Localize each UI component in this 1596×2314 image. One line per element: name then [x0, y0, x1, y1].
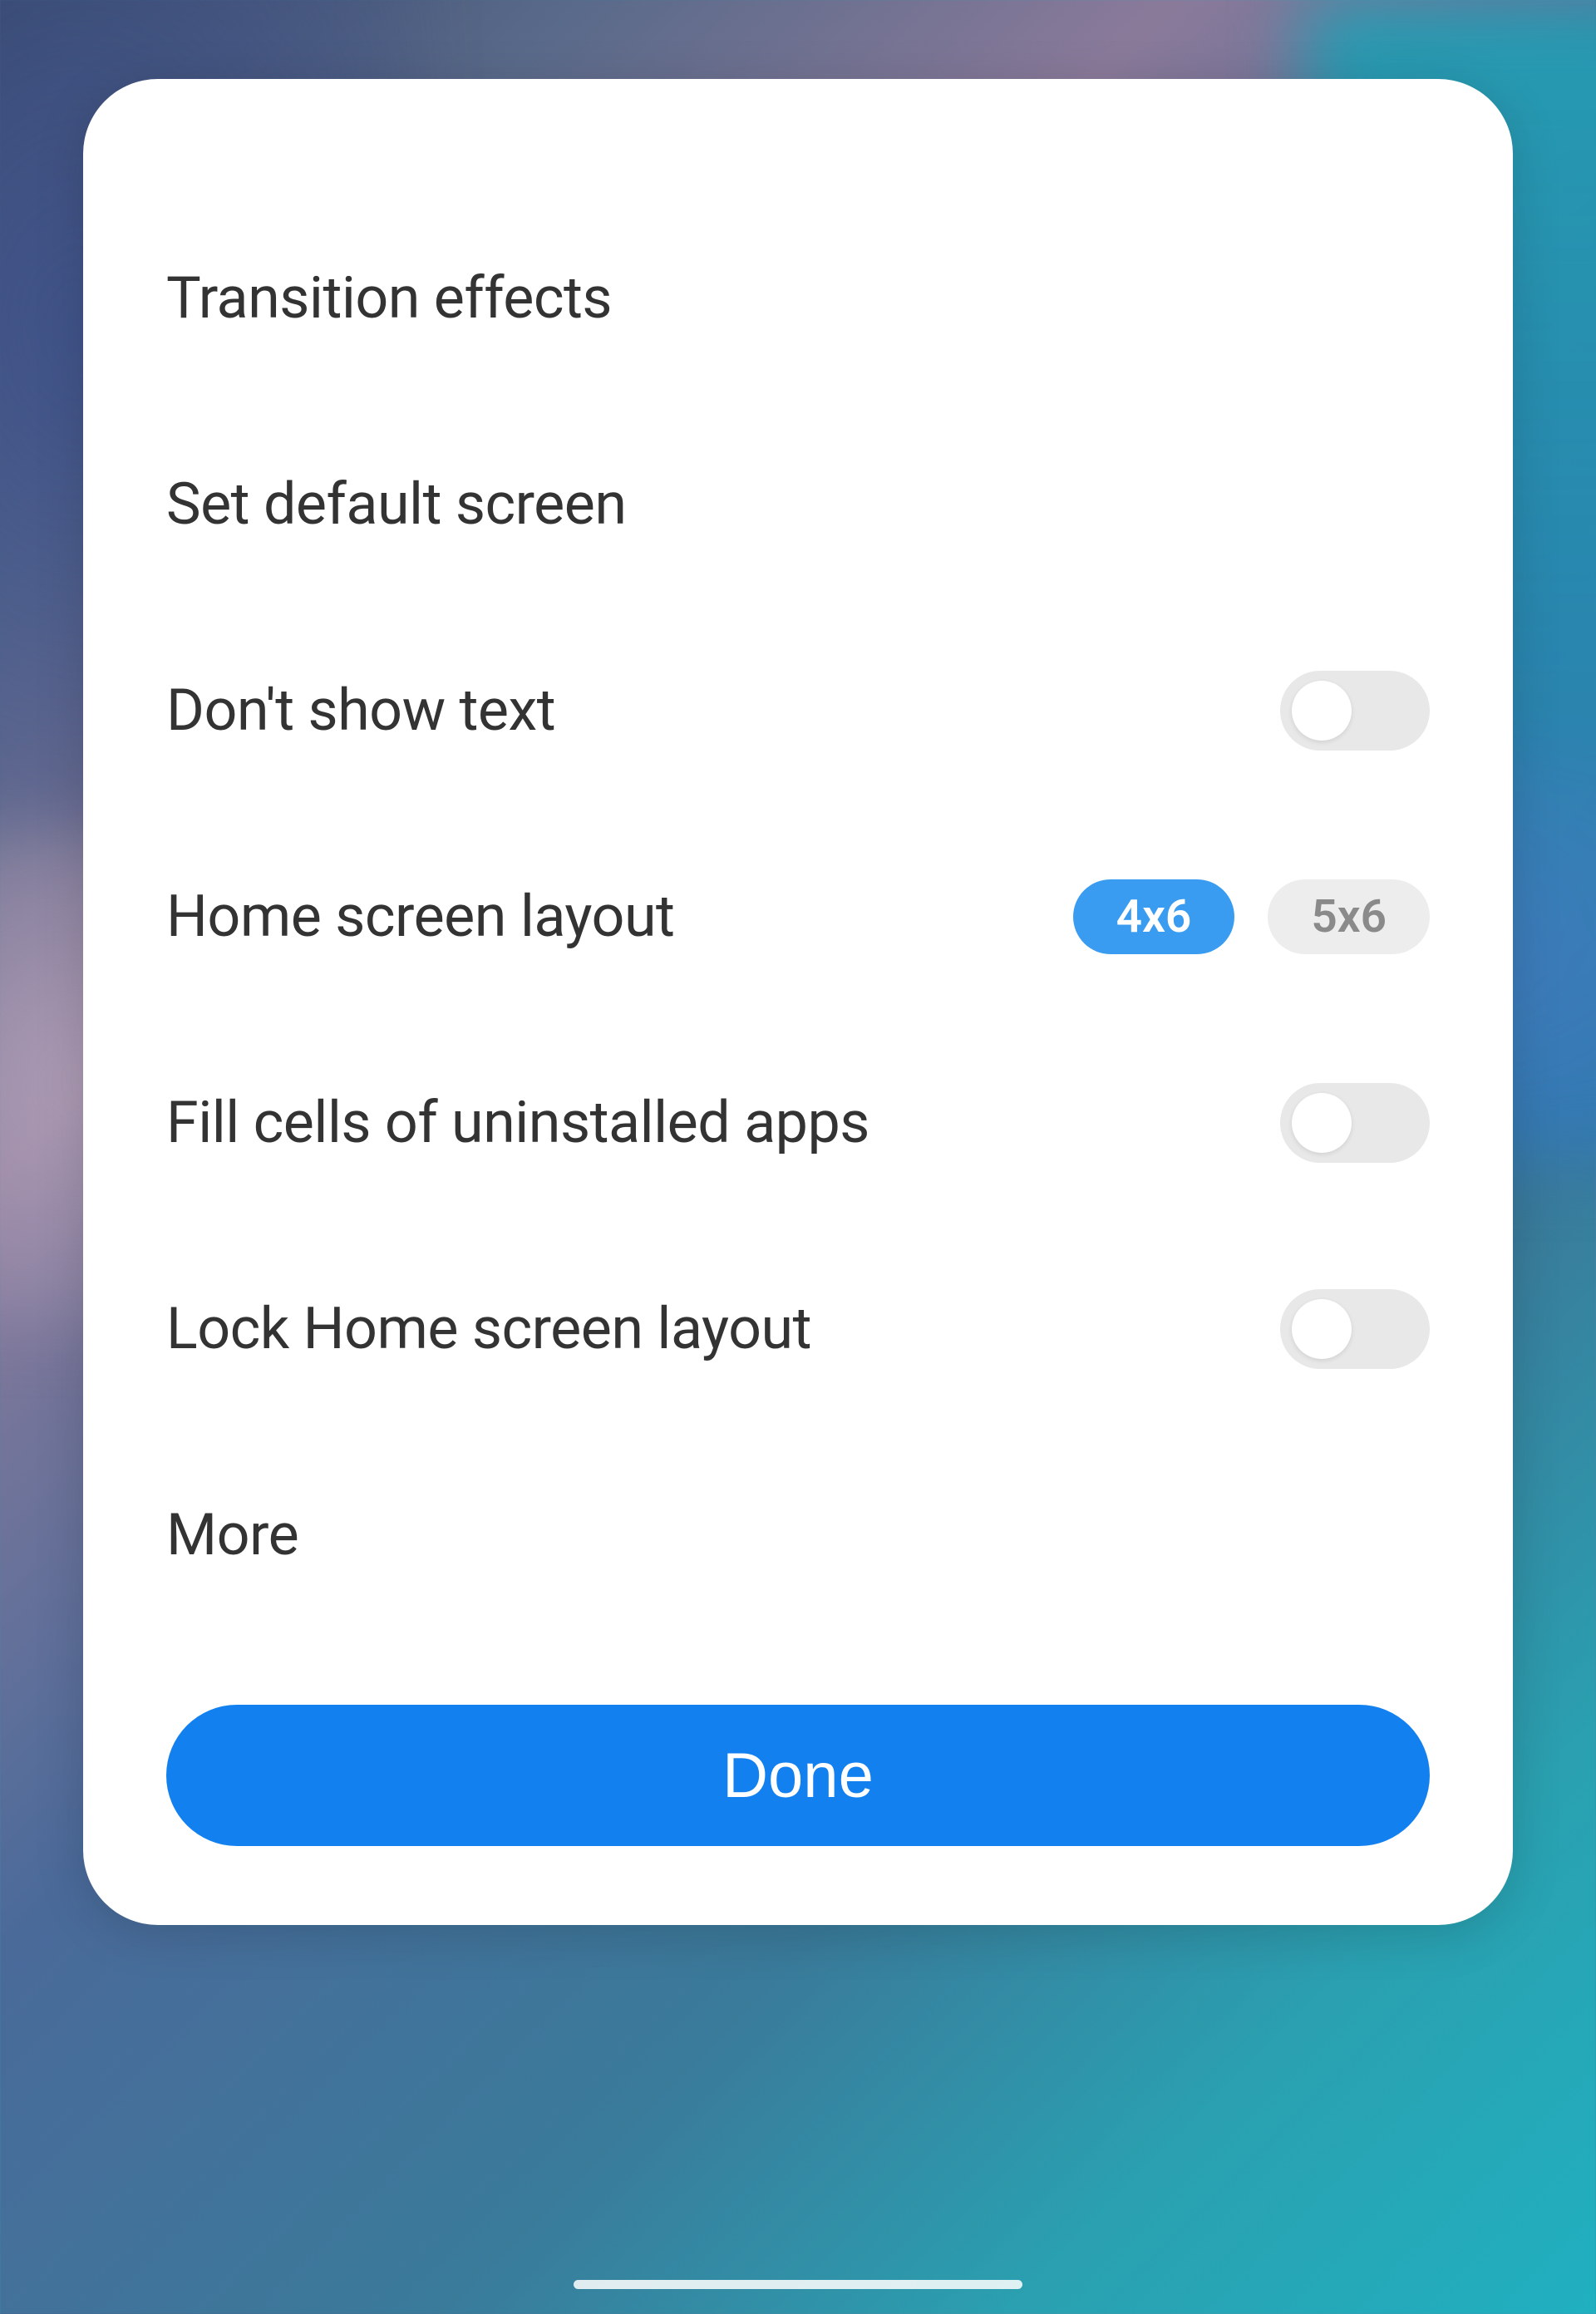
fill-cells-toggle[interactable] [1280, 1083, 1430, 1163]
lock-layout-toggle[interactable] [1280, 1289, 1430, 1369]
toggle-knob [1292, 681, 1352, 741]
dont-show-text-toggle[interactable] [1280, 671, 1430, 751]
home-layout-row: Home screen layout 4x6 5x6 [166, 814, 1430, 1020]
toggle-knob [1292, 1299, 1352, 1359]
layout-option-4x6[interactable]: 4x6 [1073, 879, 1235, 954]
dont-show-text-row: Don't show text [166, 608, 1430, 814]
more-label: More [166, 1501, 298, 1569]
lock-layout-label: Lock Home screen layout [166, 1295, 811, 1363]
transition-effects-label: Transition effects [166, 264, 612, 332]
default-screen-row[interactable]: Set default screen [166, 401, 1430, 608]
layout-option-5x6[interactable]: 5x6 [1268, 879, 1430, 954]
home-layout-label: Home screen layout [166, 883, 674, 951]
done-button[interactable]: Done [166, 1705, 1430, 1846]
fill-cells-row: Fill cells of uninstalled apps [166, 1020, 1430, 1226]
lock-layout-row: Lock Home screen layout [166, 1226, 1430, 1432]
toggle-knob [1292, 1093, 1352, 1153]
dont-show-text-label: Don't show text [166, 677, 555, 745]
fill-cells-label: Fill cells of uninstalled apps [166, 1089, 869, 1157]
transition-effects-row[interactable]: Transition effects [166, 195, 1430, 401]
home-indicator[interactable] [574, 2280, 1022, 2289]
more-row[interactable]: More [166, 1432, 1430, 1638]
settings-panel: Transition effects Set default screen Do… [83, 79, 1513, 1925]
default-screen-label: Set default screen [166, 470, 627, 539]
settings-list: Transition effects Set default screen Do… [166, 195, 1430, 1638]
